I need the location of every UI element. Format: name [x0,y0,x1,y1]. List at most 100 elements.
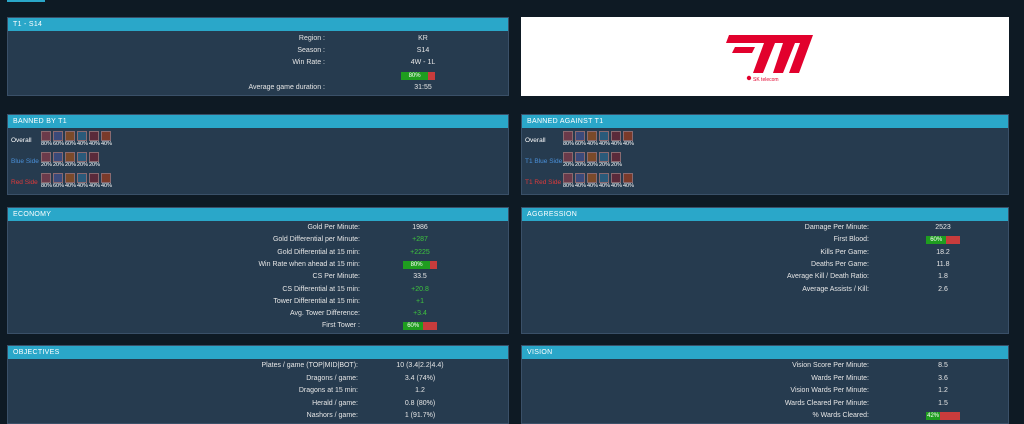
ban-side-label: Overall [525,137,546,144]
ban-rate: 60% [575,141,587,147]
ban-row: T1 Red Side 80% 40% 40% 40% 40% 40% [522,172,1008,196]
stat-row: Kills Per Game: 18.2 [522,247,1008,259]
ban-champion[interactable]: 80% [563,131,574,147]
ban-champion[interactable]: 20% [89,152,100,168]
ban-rate: 40% [587,141,599,147]
ban-rate: 60% [65,141,77,147]
ban-champion[interactable]: 20% [587,152,598,168]
active-tab-indicator[interactable] [7,0,45,2]
stat-bar-remainder [423,322,437,331]
ban-champion[interactable]: 40% [623,131,635,147]
champion-portrait-icon [611,152,621,162]
ban-champion[interactable]: 40% [101,131,112,147]
champion-portrait-icon [41,152,51,162]
ban-rate: 20% [575,162,587,168]
duration-value: 31:55 [414,84,432,91]
ban-champion[interactable]: 40% [89,173,101,189]
champion-portrait-icon [563,152,573,162]
stat-label: Wards Per Minute: [811,374,869,382]
ban-rate: 60% [53,141,65,147]
stat-value: 1.8 [938,273,948,281]
ban-champion-list: 80% 60% 40% 40% 40% 40% [563,131,635,147]
stat-label: Damage Per Minute: [804,224,869,231]
stat-value: 10 (3.4|2.2|4.4) [396,362,444,369]
stat-label: Avg. Tower Difference: [289,310,360,318]
duration-row: Average game duration : 31:55 [8,82,508,94]
ban-champion[interactable]: 20% [65,152,76,168]
stat-row: Vision Score Per Minute: 8.5 [522,360,1008,372]
ban-rate: 40% [89,183,101,189]
ban-champion[interactable]: 20% [575,152,587,168]
stat-label: Plates / game (TOP|MID|BOT): [261,362,358,369]
stat-value: 2523 [935,224,951,231]
ban-champion[interactable]: 80% [41,173,53,189]
ban-champion[interactable]: 60% [575,131,587,147]
ban-rate: 80% [41,183,53,189]
champion-portrait-icon [623,131,633,141]
stat-value: 1 (91.7%) [404,412,436,419]
banned-against-title: BANNED AGAINST T1 [522,115,1008,128]
ban-side-label: T1 Red Side [525,179,562,186]
banned-against-panel: BANNED AGAINST T1 Overall 80% 60% 40% 40% 40%… [521,114,1009,195]
stat-label: Gold Differential per Minute: [272,236,360,244]
ban-champion[interactable]: 40% [65,173,77,189]
ban-champion[interactable]: 20% [77,152,88,168]
ban-champion[interactable]: 20% [41,152,52,168]
stat-bar-fill: 60% [926,236,947,245]
ban-rate: 40% [611,183,623,189]
stat-label: CS Per Minute: [312,273,360,281]
ban-champion[interactable]: 40% [599,131,610,147]
ban-champion[interactable]: 40% [89,131,100,147]
stat-value: 3.6 [938,374,948,382]
ban-champion[interactable]: 40% [587,173,598,189]
economy-title: ECONOMY [8,208,508,221]
champion-portrait-icon [575,173,585,183]
ban-rate: 40% [77,183,89,189]
ban-rate: 20% [563,162,575,168]
ban-champion[interactable]: 40% [101,173,112,189]
ban-champion[interactable]: 20% [563,152,575,168]
stat-value: +3.4 [413,310,427,318]
ban-champion[interactable]: 40% [599,173,611,189]
champion-portrait-icon [89,152,99,162]
stat-bar-remainder [946,236,960,245]
ban-rate: 40% [623,141,635,147]
champion-portrait-icon [623,173,633,183]
t1-logo-icon: SK telecom [726,35,813,83]
ban-champion[interactable]: 40% [77,173,89,189]
stat-row: Wards Cleared Per Minute: 1.5 [522,398,1008,410]
season-value: S14 [416,47,430,54]
ban-champion[interactable]: 60% [53,173,64,189]
ban-champion[interactable]: 40% [623,173,634,189]
ban-champion[interactable]: 20% [599,152,610,168]
stat-value: 2.6 [938,285,948,293]
ban-rate: 40% [599,183,611,189]
ban-champion[interactable]: 80% [41,131,52,147]
stat-label: Herald / game: [312,399,358,407]
ban-champion[interactable]: 60% [53,131,65,147]
ban-rate: 40% [611,141,623,147]
stat-label: Kills Per Game: [820,248,869,256]
ban-champion[interactable]: 40% [611,173,623,189]
stat-label: Vision Score Per Minute: [792,362,869,369]
ban-champion[interactable]: 60% [65,131,77,147]
ban-champion[interactable]: 40% [611,131,623,147]
ban-champion[interactable]: 80% [563,173,574,189]
stat-row: Gold Differential per Minute: +287 [8,234,508,246]
ban-champion-list: 20% 20% 20% 20% 20% [41,152,101,168]
ban-champion[interactable]: 20% [53,152,64,168]
stat-bar-remainder [430,260,437,269]
region-value: KR [418,35,428,42]
ban-champion[interactable]: 40% [77,131,88,147]
win-rate-row: Win Rate : 4W - 1L [8,57,508,69]
stat-row: CS Per Minute: 33.5 [8,271,508,283]
champion-portrait-icon [599,131,609,141]
ban-rate: 40% [65,183,77,189]
stat-row: Damage Per Minute: 2523 [522,222,1008,234]
stat-row: Gold Differential at 15 min: +2225 [8,247,508,259]
ban-champion[interactable]: 40% [587,131,599,147]
ban-champion[interactable]: 20% [611,152,622,168]
champion-portrait-icon [599,173,609,183]
ban-champion[interactable]: 40% [575,173,586,189]
stat-value: +1 [416,297,424,305]
